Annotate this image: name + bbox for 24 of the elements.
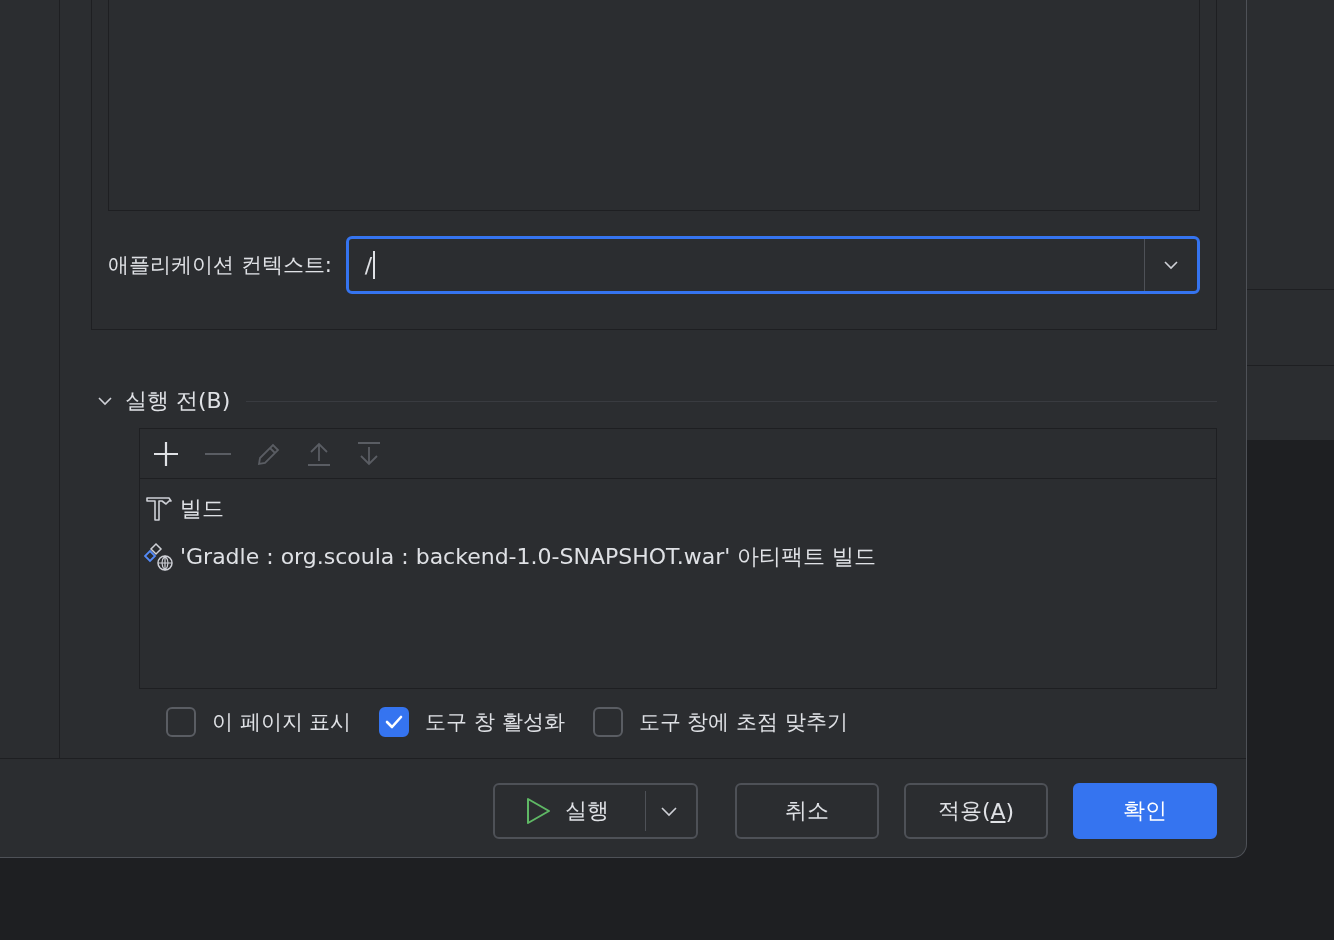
- checkbox-label[interactable]: 도구 창 활성화: [425, 708, 565, 736]
- hammer-icon: [144, 494, 174, 524]
- checkmark-icon: [384, 714, 405, 730]
- field-value: /: [364, 252, 373, 278]
- checkbox[interactable]: [592, 707, 623, 737]
- section-title[interactable]: 실행 전(B): [125, 386, 231, 416]
- checkbox-label[interactable]: 도구 창에 초점 맞추기: [638, 708, 848, 736]
- task-item[interactable]: 'Gradle : org.scoula : backend-1.0-SNAPSHOT.war' 아티팩트 빌드: [180, 542, 877, 572]
- run-split-button[interactable]: 실행: [493, 783, 698, 839]
- chevron-down-icon[interactable]: [1163, 260, 1179, 270]
- add-icon[interactable]: [152, 439, 180, 468]
- ok-button[interactable]: 확인: [1073, 783, 1217, 839]
- context-combo-field[interactable]: /: [345, 236, 1200, 294]
- play-icon: [525, 797, 551, 825]
- checkbox-label[interactable]: 이 페이지 표시: [212, 708, 352, 736]
- checkbox[interactable]: [166, 707, 196, 737]
- checkbox[interactable]: [379, 707, 410, 737]
- chevron-icon[interactable]: [97, 395, 113, 407]
- artifact-globe-icon: [144, 542, 174, 572]
- cancel-button[interactable]: 취소: [735, 783, 879, 839]
- apply-button[interactable]: 적용(A): [904, 783, 1048, 839]
- field-label: 애플리케이션 컨텍스트:: [108, 252, 332, 279]
- chevron-down-icon[interactable]: [660, 805, 678, 817]
- task-item[interactable]: 빌드: [180, 494, 224, 524]
